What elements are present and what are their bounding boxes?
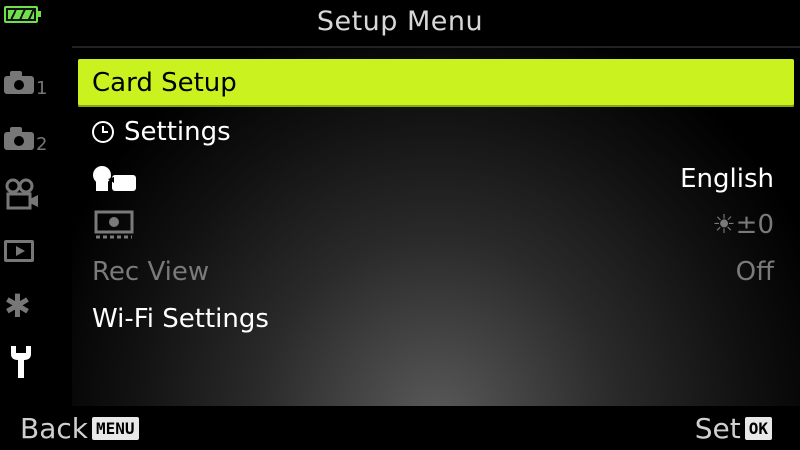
- menu-item-label: Card Setup: [92, 68, 237, 98]
- camera-icon: [4, 71, 34, 94]
- ok-key-badge: OK: [744, 417, 772, 440]
- menu-item-wifi-settings[interactable]: Wi-Fi Settings: [78, 297, 794, 341]
- monitor-brightness-icon: [94, 210, 134, 239]
- menu-item-label: Rec View: [92, 257, 210, 287]
- playback-icon: [4, 240, 34, 262]
- wrench-icon: [11, 346, 31, 378]
- camera-screen: Setup Menu 1 2 ✱ Card Setup Settings Eng…: [0, 0, 800, 450]
- gear-icon: ✱: [4, 287, 31, 325]
- language-speech-icon: [93, 166, 136, 191]
- back-button[interactable]: Back MENU: [20, 412, 139, 445]
- set-button[interactable]: Set OK: [695, 412, 772, 445]
- page-title: Setup Menu: [316, 6, 484, 37]
- menu-item-settings[interactable]: Settings: [78, 110, 794, 154]
- menu-sidebar: 1 2 ✱: [0, 60, 68, 400]
- sidebar-item-custom[interactable]: ✱: [0, 284, 66, 328]
- menu-item-value: Off: [735, 257, 774, 287]
- back-label: Back: [20, 412, 88, 445]
- sidebar-item-shooting-2[interactable]: 2: [0, 116, 66, 160]
- menu-item-monitor-adjust[interactable]: ☀±0: [78, 203, 794, 247]
- sidebar-item-playback[interactable]: [0, 228, 66, 272]
- menu-item-value: ☀±0: [712, 210, 774, 240]
- menu-item-label: Wi-Fi Settings: [92, 304, 269, 334]
- menu-item-language[interactable]: English: [78, 157, 794, 201]
- sidebar-item-video[interactable]: [0, 172, 66, 216]
- sidebar-item-shooting-1[interactable]: 1: [0, 60, 66, 104]
- header: Setup Menu: [0, 0, 800, 45]
- menu-item-label: Settings: [124, 117, 231, 147]
- footer-bar: Back MENU Set OK: [0, 406, 800, 450]
- movie-camera-icon: [5, 178, 38, 210]
- menu-item-value: English: [680, 164, 774, 194]
- sidebar-item-number: 1: [36, 78, 48, 99]
- clock-icon: [92, 121, 114, 143]
- menu-item-rec-view[interactable]: Rec View Off: [78, 250, 794, 294]
- set-label: Set: [694, 412, 741, 445]
- sidebar-item-setup[interactable]: [0, 340, 66, 384]
- camera-icon: [4, 127, 34, 150]
- menu-key-badge: MENU: [91, 417, 139, 440]
- menu-item-card-setup[interactable]: Card Setup: [78, 59, 794, 107]
- sidebar-item-number: 2: [36, 134, 48, 155]
